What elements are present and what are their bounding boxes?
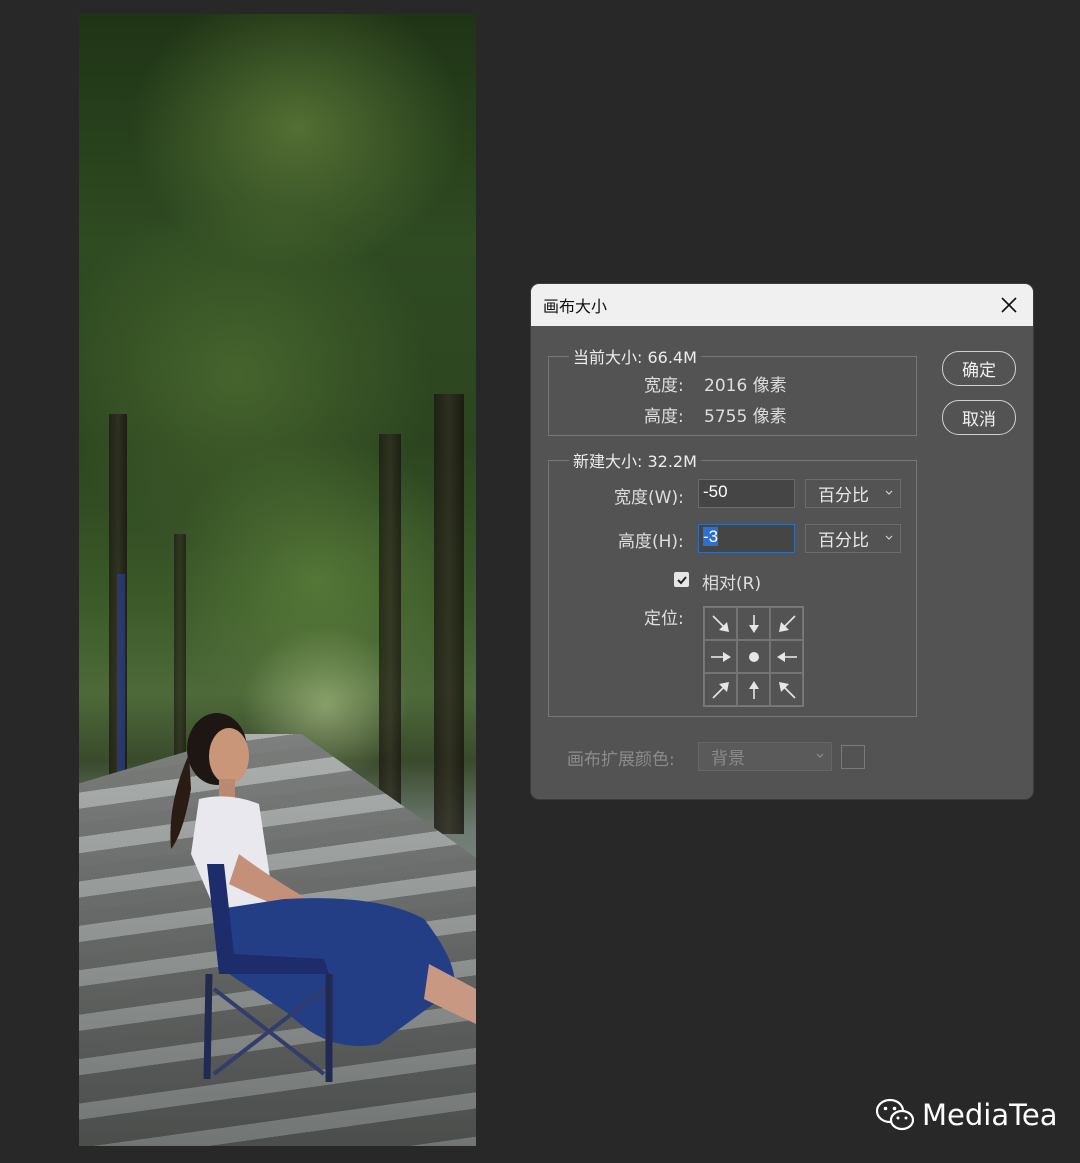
seated-woman-figure	[170, 713, 476, 1082]
anchor-bottom-left[interactable]	[704, 673, 737, 706]
checkmark-icon	[676, 575, 687, 584]
arrow-right-icon	[710, 651, 731, 662]
anchor-top-left[interactable]	[704, 607, 737, 640]
dialog-title: 画布大小	[543, 297, 608, 316]
chevron-down-icon	[816, 753, 824, 758]
relative-label: 相对(R)	[702, 574, 762, 594]
arrow-down-icon	[748, 614, 759, 633]
arrow-up-icon	[748, 680, 759, 699]
anchor-center[interactable]	[737, 640, 770, 673]
chevron-down-icon	[885, 490, 893, 495]
anchor-bottom-right[interactable]	[770, 673, 803, 706]
anchor-grid	[703, 606, 804, 707]
arrow-down-left-icon	[778, 614, 796, 632]
anchor-label: 定位:	[644, 609, 684, 629]
extension-color-label: 画布扩展颜色:	[567, 750, 675, 770]
canvas-size-dialog: 画布大小 当前大小: 66.4M 宽度: 2016 像素 高度: 5755 像素…	[531, 284, 1033, 799]
anchor-top[interactable]	[737, 607, 770, 640]
arrow-up-right-icon	[711, 681, 729, 699]
new-height-input-value: -3	[703, 527, 719, 546]
extension-color-swatch[interactable]	[841, 745, 865, 769]
wechat-icon	[876, 1098, 914, 1131]
watermark-text: MediaTea	[922, 1098, 1058, 1132]
relative-checkbox[interactable]	[674, 572, 689, 587]
current-height-label: 高度:	[644, 407, 684, 427]
anchor-dot-icon	[748, 651, 759, 662]
new-width-input[interactable]: -50	[698, 479, 795, 508]
current-width-label: 宽度:	[644, 376, 684, 396]
arrow-left-icon	[776, 651, 797, 662]
new-height-unit-value: 百分比	[818, 531, 869, 551]
ok-button[interactable]: 确定	[942, 351, 1016, 386]
new-height-input[interactable]: -3	[698, 524, 795, 553]
arrow-up-left-icon	[778, 681, 796, 699]
arrow-down-right-icon	[711, 614, 729, 632]
close-button[interactable]	[995, 291, 1023, 319]
new-height-label: 高度(H):	[618, 532, 684, 552]
anchor-top-right[interactable]	[770, 607, 803, 640]
anchor-bottom[interactable]	[737, 673, 770, 706]
new-width-label: 宽度(W):	[614, 488, 684, 508]
extension-color-value: 背景	[711, 749, 745, 769]
new-width-input-value: -50	[703, 482, 728, 501]
current-width-value: 2016 像素	[704, 376, 787, 396]
chevron-down-icon	[885, 535, 893, 540]
current-size-legend: 当前大小: 66.4M	[573, 348, 697, 367]
current-height-value: 5755 像素	[704, 407, 787, 427]
new-height-unit-select[interactable]: 百分比	[805, 524, 901, 553]
new-size-legend: 新建大小: 32.2M	[573, 452, 697, 471]
anchor-left[interactable]	[704, 640, 737, 673]
canvas-photo	[79, 14, 476, 1146]
new-width-unit-select[interactable]: 百分比	[805, 479, 901, 508]
anchor-right[interactable]	[770, 640, 803, 673]
close-icon	[1001, 297, 1017, 313]
cancel-button[interactable]: 取消	[942, 400, 1016, 435]
extension-color-select[interactable]: 背景	[698, 742, 832, 771]
new-width-unit-value: 百分比	[818, 486, 869, 506]
watermark: MediaTea	[876, 1098, 1058, 1132]
dialog-titlebar: 画布大小	[531, 284, 1033, 326]
